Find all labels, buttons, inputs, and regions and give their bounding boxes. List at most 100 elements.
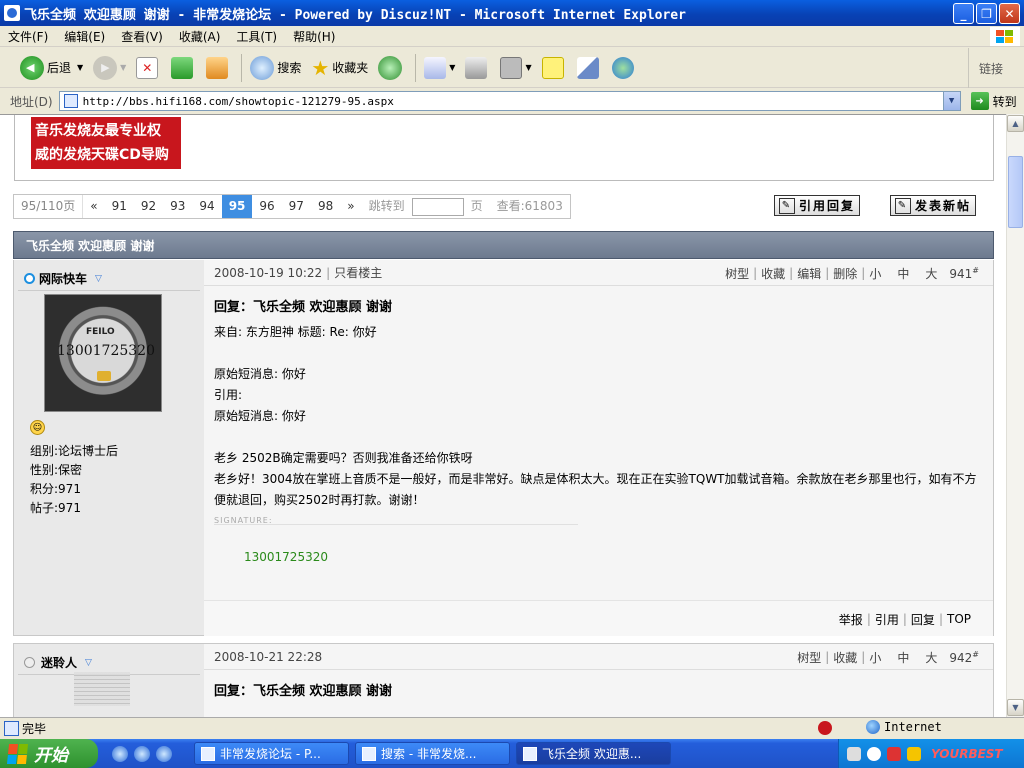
back-dropdown-icon[interactable]: ▼ xyxy=(77,63,83,72)
menu-favorites[interactable]: 收藏(A) xyxy=(171,28,229,45)
quote-reply-button[interactable]: ✎ 引用回复 xyxy=(774,195,861,216)
media-quicklaunch-icon[interactable] xyxy=(134,745,150,762)
delete-link[interactable]: 删除 xyxy=(829,265,861,282)
author-name[interactable]: 迷聆人 xyxy=(41,654,77,671)
home-button[interactable] xyxy=(202,52,235,84)
menu-view[interactable]: 查看(V) xyxy=(113,28,171,45)
discuss-button[interactable] xyxy=(538,52,571,84)
report-link[interactable]: 举报 xyxy=(835,611,867,628)
go-button[interactable]: ➜ 转到 xyxy=(970,92,1017,110)
network-icon[interactable] xyxy=(867,746,881,761)
address-dropdown-icon[interactable]: ▼ xyxy=(942,92,960,110)
forward-dropdown-icon[interactable]: ▼ xyxy=(120,63,126,72)
favorites-button[interactable]: ★ 收藏夹 xyxy=(307,52,372,84)
close-button[interactable]: ✕ xyxy=(999,3,1020,24)
new-topic-button[interactable]: ✎ 发表新帖 xyxy=(890,195,977,216)
favorite-link[interactable]: 收藏 xyxy=(757,265,789,282)
popup-blocked-icon[interactable] xyxy=(818,721,832,735)
stop-button[interactable]: ✕ xyxy=(132,52,165,84)
prev-pages-link[interactable]: « xyxy=(83,195,104,218)
menu-file[interactable]: 文件(F) xyxy=(0,28,56,45)
star-icon: ★ xyxy=(311,55,330,80)
start-button[interactable]: 开始 xyxy=(0,739,98,768)
post-main: 2008-10-19 10:22 | 只看楼主 树型 | 收藏 | 编辑 | 删除 | … xyxy=(204,260,993,636)
top-link[interactable]: TOP xyxy=(943,612,975,626)
font-large-link[interactable]: 大 xyxy=(921,649,941,666)
edit-link[interactable]: 编辑 xyxy=(793,265,825,282)
menu-tools[interactable]: 工具(T) xyxy=(228,28,285,45)
font-small-link[interactable]: 小 xyxy=(865,649,885,666)
page-link[interactable]: 91 xyxy=(105,195,134,218)
messenger-button[interactable] xyxy=(608,52,641,84)
scroll-thumb[interactable] xyxy=(1008,156,1023,228)
menu-edit[interactable]: 编辑(E) xyxy=(56,28,113,45)
author-menu-icon[interactable]: ▽ xyxy=(95,274,102,284)
post-line: 老乡 2502B确定需要吗？否则我准备还给你铁呀 xyxy=(214,451,473,465)
page-link[interactable]: 98 xyxy=(311,195,340,218)
taskbar-item[interactable]: 非常发烧论坛 - P... xyxy=(194,742,349,765)
minimize-button[interactable]: _ xyxy=(953,3,974,24)
page-link[interactable]: 94 xyxy=(192,195,221,218)
favorite-link[interactable]: 收藏 xyxy=(829,649,861,666)
next-pages-link[interactable]: » xyxy=(340,195,361,218)
taskbar-item-active[interactable]: 飞乐全频 欢迎惠... xyxy=(516,742,671,765)
only-author-link[interactable]: 只看楼主 xyxy=(334,264,382,281)
font-small-link[interactable]: 小 xyxy=(865,265,885,282)
security-zone: Internet xyxy=(866,720,942,734)
page-link[interactable]: 92 xyxy=(134,195,163,218)
font-large-link[interactable]: 大 xyxy=(921,265,941,282)
mail-button[interactable]: ▼ xyxy=(420,52,459,84)
font-medium-link[interactable]: 中 xyxy=(893,649,913,666)
floor-number: 942# xyxy=(949,649,979,665)
security-shield-icon[interactable] xyxy=(887,746,901,761)
tree-view-link[interactable]: 树型 xyxy=(721,265,753,282)
search-button[interactable]: 搜索 xyxy=(246,52,305,84)
author-group: 组别:论坛博士后 xyxy=(30,444,119,458)
back-button[interactable]: 后退 ▼ xyxy=(16,52,87,84)
forward-button[interactable]: ▼ xyxy=(89,52,130,84)
print-button[interactable] xyxy=(461,52,494,84)
menu-help[interactable]: 帮助(H) xyxy=(285,28,343,45)
page-link[interactable]: 97 xyxy=(282,195,311,218)
printer-icon xyxy=(465,56,488,79)
post-title: 回复：飞乐全频 欢迎惠顾 谢谢 xyxy=(214,684,393,699)
post-footer: 举报 | 引用 | 回复 | TOP xyxy=(204,600,993,636)
ie-window-icon xyxy=(201,746,215,761)
scroll-up-arrow-icon[interactable]: ▲ xyxy=(1007,115,1024,132)
reply-link[interactable]: 回复 xyxy=(907,611,939,628)
keyboard-icon[interactable] xyxy=(847,746,861,761)
font-medium-link[interactable]: 中 xyxy=(893,265,913,282)
author-menu-icon[interactable]: ▽ xyxy=(85,658,92,668)
search-icon xyxy=(250,55,275,80)
author-gender: 性别:保密 xyxy=(30,463,83,477)
edit-dropdown-icon[interactable]: ▼ xyxy=(525,63,531,72)
ad-banner[interactable]: 音乐发烧友最专业权 威的发烧天碟CD导购 xyxy=(31,117,181,169)
mail-dropdown-icon[interactable]: ▼ xyxy=(449,63,455,72)
maximize-button[interactable]: ❐ xyxy=(976,3,997,24)
links-button[interactable]: 链接 xyxy=(968,48,1024,88)
window-controls: _ ❐ ✕ xyxy=(953,3,1020,24)
messenger-icon xyxy=(611,56,634,79)
post-time: 2008-10-21 22:28 xyxy=(214,649,323,664)
divider xyxy=(18,290,200,291)
quote-link[interactable]: 引用 xyxy=(871,611,903,628)
desktop-quicklaunch-icon[interactable] xyxy=(156,745,172,762)
page-link[interactable]: 96 xyxy=(252,195,281,218)
taskbar-item-label: 飞乐全频 欢迎惠... xyxy=(542,747,642,761)
address-input[interactable]: http://bbs.hifi168.com/showtopic-121279-… xyxy=(58,91,961,111)
signature-divider xyxy=(214,524,578,525)
jump-page-input[interactable] xyxy=(411,197,464,216)
edit-button[interactable]: ▼ xyxy=(496,52,535,84)
scroll-down-arrow-icon[interactable]: ▼ xyxy=(1007,699,1024,716)
stop-icon: ✕ xyxy=(136,56,159,79)
research-button[interactable] xyxy=(573,52,606,84)
history-button[interactable] xyxy=(374,52,409,84)
author-name[interactable]: 网际快车 xyxy=(39,270,87,287)
ie-quicklaunch-icon[interactable] xyxy=(112,745,128,762)
page-link[interactable]: 93 xyxy=(163,195,192,218)
tree-view-link[interactable]: 树型 xyxy=(793,649,825,666)
volume-icon[interactable] xyxy=(907,746,921,761)
vertical-scrollbar[interactable]: ▲ ▼ xyxy=(1006,114,1024,717)
refresh-button[interactable] xyxy=(167,52,200,84)
taskbar-item[interactable]: 搜索 - 非常发烧... xyxy=(355,742,510,765)
